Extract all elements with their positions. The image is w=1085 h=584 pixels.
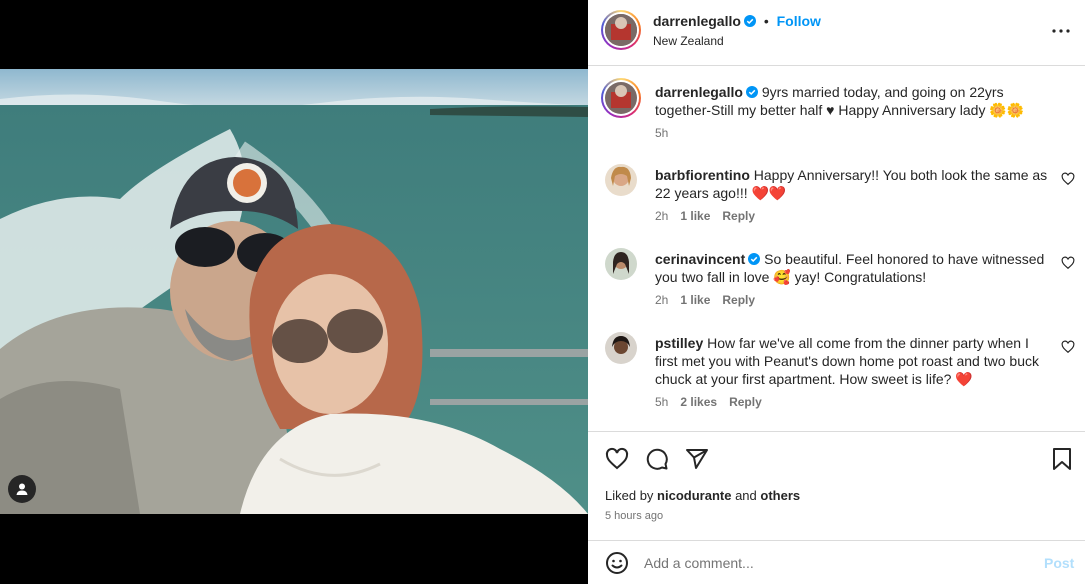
verified-badge-icon [745, 86, 758, 98]
like-heart-icon[interactable] [605, 447, 629, 471]
share-paper-plane-icon[interactable] [685, 447, 709, 471]
save-bookmark-icon[interactable] [1051, 447, 1073, 471]
liked-by-label: Liked by [605, 488, 654, 503]
comment-likes[interactable]: 2 likes [680, 395, 717, 409]
comment-text-block: pstilley How far we've all come from the… [655, 334, 1050, 388]
avatar [605, 14, 637, 46]
commenter-avatar[interactable] [605, 248, 637, 280]
liked-by-and: and [735, 488, 757, 503]
comment-composer: Post [588, 540, 1085, 584]
comment-username[interactable]: barbfiorentino [655, 167, 750, 183]
comment-text-block: barbfiorentino Happy Anniversary!! You b… [655, 166, 1050, 202]
caption-text-block: darrenlegallo 9yrs married today, and go… [655, 83, 1050, 119]
comment-time[interactable]: 5h [655, 395, 668, 409]
comment-text: How far we've all come from the dinner p… [655, 335, 1039, 387]
post-location[interactable]: New Zealand [653, 34, 724, 48]
tagged-users-button[interactable] [8, 475, 36, 503]
comment-meta: 2h 1 like Reply [655, 293, 767, 307]
story-ring[interactable] [601, 10, 641, 50]
selfie-photo-illustration [0, 69, 588, 514]
more-options-button[interactable] [1050, 20, 1072, 42]
like-comment-heart-icon[interactable] [1061, 172, 1075, 186]
reply-button[interactable]: Reply [722, 293, 755, 307]
post-details-panel: darrenlegallo • Follow New Zealand darre… [588, 0, 1085, 584]
comment-text-block: cerinavincent So beautiful. Feel honored… [655, 250, 1050, 286]
follow-button[interactable]: Follow [777, 13, 821, 29]
liked-by-summary: Liked by nicodurante and others [605, 488, 800, 503]
comment-time[interactable]: 2h [655, 293, 668, 307]
comment-username[interactable]: pstilley [655, 335, 703, 351]
comment-likes[interactable]: 1 like [680, 209, 710, 223]
emoji-picker-icon[interactable] [605, 551, 629, 575]
liked-by-user-link[interactable]: nicodurante [657, 488, 731, 503]
post-timestamp[interactable]: 5 hours ago [605, 510, 663, 522]
post-media-panel [0, 0, 588, 584]
post-author-username[interactable]: darrenlegallo [653, 13, 741, 29]
post-comment-button[interactable]: Post [1044, 555, 1074, 571]
caption-time[interactable]: 5h [655, 126, 668, 140]
post-photo[interactable] [0, 69, 588, 514]
person-icon [16, 483, 28, 495]
avatar [605, 82, 637, 114]
verified-badge-icon [748, 253, 761, 265]
caption-story-ring[interactable] [601, 78, 641, 118]
post-actions-section: Liked by nicodurante and others 5 hours … [588, 431, 1085, 541]
comment-meta: 5h 2 likes Reply [655, 395, 774, 409]
liked-by-others-link[interactable]: others [760, 488, 800, 503]
verified-badge-icon [743, 15, 756, 27]
comment-bubble-icon[interactable] [645, 447, 669, 471]
like-comment-heart-icon[interactable] [1061, 256, 1075, 270]
reply-button[interactable]: Reply [722, 209, 755, 223]
post-header: darrenlegallo • Follow New Zealand [588, 0, 1085, 66]
commenter-avatar[interactable] [605, 332, 637, 364]
add-comment-input[interactable] [644, 552, 1024, 574]
ellipsis-icon [1052, 29, 1070, 33]
commenter-avatar[interactable] [605, 164, 637, 196]
comment-username[interactable]: cerinavincent [655, 251, 745, 267]
comment-meta: 2h 1 like Reply [655, 209, 767, 223]
comment-likes[interactable]: 1 like [680, 293, 710, 307]
comment-time[interactable]: 2h [655, 209, 668, 223]
caption-username[interactable]: darrenlegallo [655, 84, 743, 100]
separator-dot: • [763, 13, 769, 29]
reply-button[interactable]: Reply [729, 395, 762, 409]
like-comment-heart-icon[interactable] [1061, 340, 1075, 354]
